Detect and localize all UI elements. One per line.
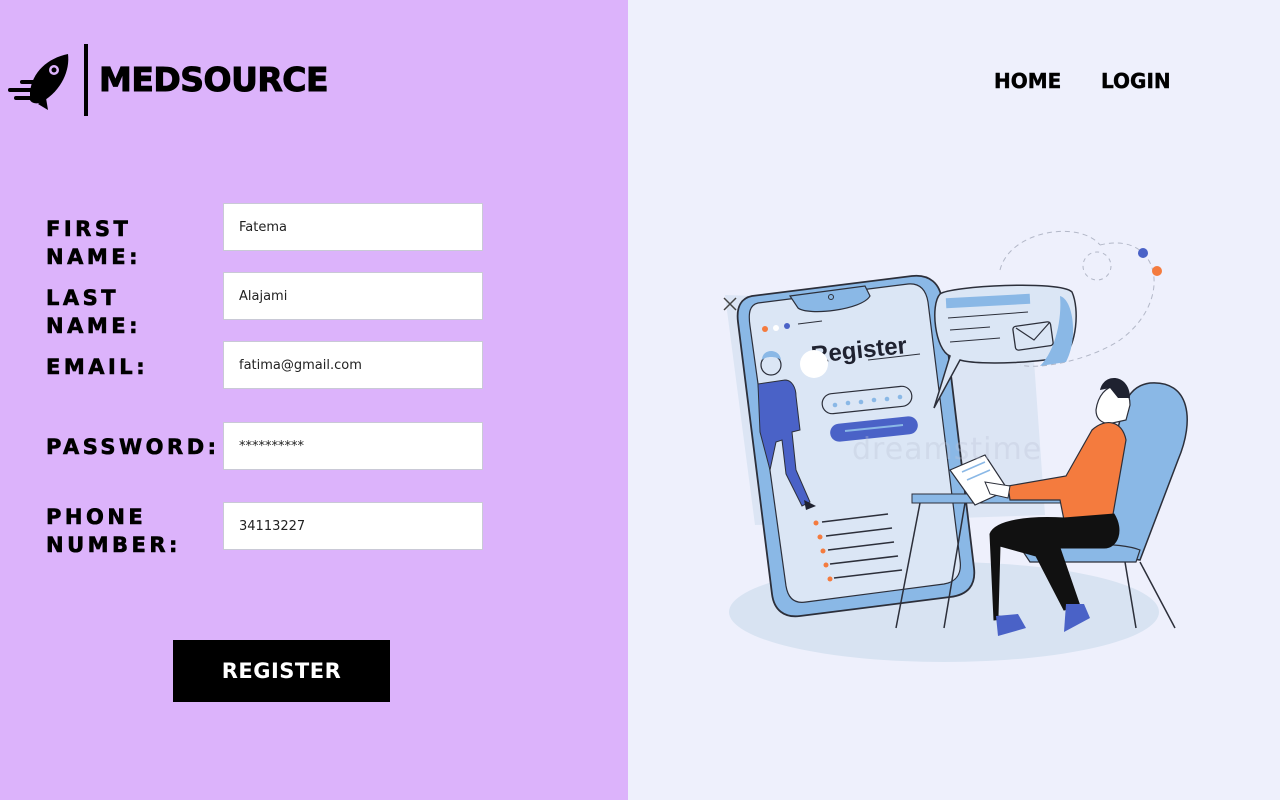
nav-login-link[interactable]: LOGIN <box>1101 66 1171 96</box>
email-input[interactable] <box>223 341 483 389</box>
brand-divider <box>84 44 88 116</box>
registration-panel: MEDSOURCE FIRST NAME: LAST NAME: EMAIL: … <box>0 0 628 800</box>
brand-name: MEDSOURCE <box>98 60 329 100</box>
first-name-label: FIRST NAME: <box>46 217 141 270</box>
last-name-label: LAST NAME: <box>46 286 141 339</box>
email-label: EMAIL: <box>46 355 149 380</box>
nav-home-link[interactable]: HOME <box>994 66 1062 96</box>
register-button[interactable]: REGISTER <box>173 640 390 702</box>
watermark-text: dreamstime <box>852 432 1043 467</box>
password-input[interactable] <box>223 422 483 470</box>
phone-number-label: PHONE NUMBER: <box>46 505 181 558</box>
rocket-speed-icon <box>8 54 69 110</box>
last-name-input[interactable] <box>223 272 483 320</box>
phone-number-input[interactable] <box>223 502 483 550</box>
password-label: PASSWORD: <box>46 435 220 460</box>
first-name-input[interactable] <box>223 203 483 251</box>
